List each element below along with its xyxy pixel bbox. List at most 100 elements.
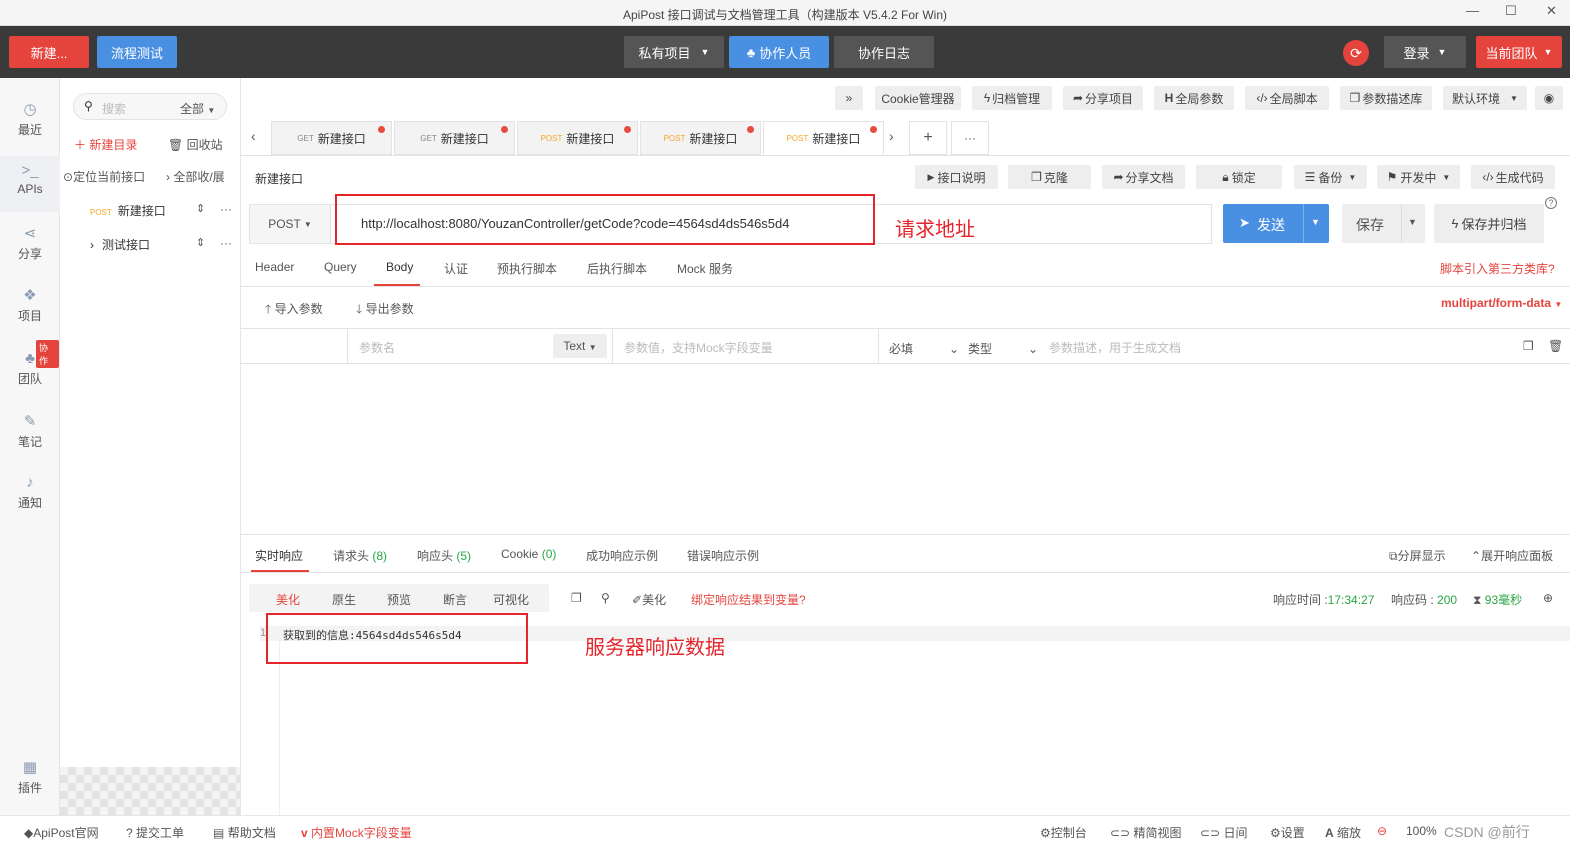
tab-query[interactable]: Query: [324, 260, 357, 274]
sidebar-item-share[interactable]: ⋖ 分享: [0, 224, 60, 262]
flow-test-button[interactable]: 流程测试: [97, 36, 177, 68]
filter-dropdown[interactable]: 全部 ▼: [180, 100, 215, 117]
help-icon[interactable]: ?: [1545, 197, 1557, 209]
search-input[interactable]: 搜索: [102, 100, 126, 117]
third-party-link[interactable]: 脚本引入第三方类库?: [1440, 260, 1555, 277]
chevron-down-icon[interactable]: ▼: [1408, 217, 1417, 227]
simple-view-toggle[interactable]: ⊂⊃ 精简视图: [1110, 824, 1181, 841]
tab-request-headers[interactable]: 请求头 (8): [333, 547, 387, 564]
console-button[interactable]: ⚙控制台: [1040, 824, 1087, 841]
view-visualize[interactable]: 可视化: [493, 591, 529, 608]
sync-icon[interactable]: ⟳: [1343, 40, 1369, 66]
sort-icon[interactable]: ⇕: [196, 202, 205, 215]
export-params-button[interactable]: 🡓 导出参数: [356, 300, 414, 321]
expand-button[interactable]: »: [835, 86, 863, 110]
download-icon[interactable]: ⊕: [1543, 591, 1553, 605]
save-archive-button[interactable]: ϟ 保存并归档: [1434, 204, 1544, 243]
sidebar-item-apis[interactable]: >_ APIs: [0, 156, 60, 212]
sidebar-item-plugins[interactable]: ▦ 插件: [0, 758, 60, 796]
clone-button[interactable]: ❐ 克隆: [1008, 165, 1091, 189]
new-dir-button[interactable]: ＋ 新建目录: [74, 136, 137, 153]
sidebar-item-recent[interactable]: ◷ 最近: [0, 100, 60, 138]
more-icon[interactable]: ···: [220, 202, 232, 216]
tab-request[interactable]: GET 新建接口: [394, 121, 515, 155]
close-window-button[interactable]: ✕: [1546, 3, 1557, 19]
sort-icon[interactable]: ⇕: [196, 236, 205, 249]
collab-log-button[interactable]: 协作日志: [834, 36, 934, 68]
import-params-button[interactable]: 🡑 导入参数: [265, 300, 323, 321]
tab-realtime-response[interactable]: 实时响应: [255, 547, 303, 564]
method-dropdown[interactable]: POST ▼: [249, 204, 331, 244]
save-button[interactable]: 保存 ▼: [1342, 204, 1425, 243]
search-box[interactable]: ⚲ 搜索 全部 ▼: [73, 93, 227, 120]
chevron-down-icon[interactable]: ▼: [1311, 217, 1320, 227]
settings-button[interactable]: ⚙设置: [1270, 824, 1305, 841]
tab-cookie[interactable]: Cookie (0): [501, 547, 556, 561]
share-doc-button[interactable]: ➦ 分享文档: [1102, 165, 1185, 189]
param-value-input[interactable]: 参数值，支持Mock字段变量: [624, 339, 773, 356]
tabs-next-button[interactable]: ›: [889, 128, 894, 144]
global-params-button[interactable]: H 全局参数: [1154, 86, 1234, 110]
day-mode-toggle[interactable]: ⊂⊃ 日间: [1200, 824, 1247, 841]
backup-dropdown[interactable]: ☰ 备份 ▼: [1294, 165, 1367, 189]
view-raw[interactable]: 原生: [332, 591, 356, 608]
param-type-dropdown[interactable]: Text ▼: [553, 334, 607, 358]
private-project-dropdown[interactable]: 私有项目 ▼: [624, 36, 724, 68]
collaborators-button[interactable]: ♣ 协作人员: [729, 36, 829, 68]
add-tab-button[interactable]: +: [909, 121, 947, 155]
env-dropdown[interactable]: 默认环境 ▼: [1443, 86, 1527, 110]
required-select[interactable]: 必填 ⌄: [889, 340, 959, 357]
split-screen-button[interactable]: ⧉分屏显示: [1389, 547, 1446, 564]
lock-button[interactable]: 🔒︎ 锁定: [1196, 165, 1282, 189]
param-desc-input[interactable]: 参数描述，用于生成文档: [1049, 339, 1181, 356]
view-preview[interactable]: 预览: [387, 591, 411, 608]
tab-pre-script[interactable]: 预执行脚本: [497, 260, 557, 277]
tab-success-example[interactable]: 成功响应示例: [586, 547, 658, 564]
locate-button[interactable]: ⊙定位当前接口: [63, 168, 145, 185]
view-assert[interactable]: 断言: [443, 591, 467, 608]
cube-icon[interactable]: ❒: [1523, 339, 1534, 353]
eye-icon[interactable]: ◉: [1535, 86, 1563, 110]
current-team-dropdown[interactable]: 当前团队 ▼: [1476, 36, 1562, 68]
login-dropdown[interactable]: 登录 ▼: [1384, 36, 1466, 68]
content-type-dropdown[interactable]: multipart/form-data ▼: [1441, 296, 1562, 310]
gen-code-button[interactable]: ‹/› 生成代码: [1471, 165, 1555, 189]
help-doc-link[interactable]: ▤ 帮助文档: [213, 824, 276, 841]
bind-variable-link[interactable]: 绑定响应结果到变量?: [691, 591, 806, 608]
share-project-button[interactable]: ➦ 分享项目: [1063, 86, 1143, 110]
send-button[interactable]: ➤ 发送 ▼: [1223, 204, 1329, 243]
dev-status-dropdown[interactable]: ⚑ 开发中 ▼: [1377, 165, 1460, 189]
more-icon[interactable]: ···: [220, 236, 232, 250]
ticket-link[interactable]: ? 提交工单: [126, 824, 184, 841]
recycle-button[interactable]: 🗑︎ 回收站: [168, 136, 223, 153]
tab-request[interactable]: POST 新建接口: [517, 121, 638, 155]
sidebar-item-projects[interactable]: ❖ 项目: [0, 286, 60, 324]
copy-icon[interactable]: ❐: [571, 591, 582, 605]
expand-response-button[interactable]: ⌃展开响应面板: [1471, 547, 1553, 564]
tab-body[interactable]: Body: [386, 260, 413, 274]
tab-error-example[interactable]: 错误响应示例: [687, 547, 759, 564]
tree-folder[interactable]: › 测试接口: [90, 236, 150, 253]
tab-request-active[interactable]: POST 新建接口: [763, 121, 884, 155]
trash-icon[interactable]: 🗑︎: [1548, 339, 1563, 353]
global-script-button[interactable]: ‹/› 全局脚本: [1245, 86, 1329, 110]
tabs-prev-button[interactable]: ‹: [251, 128, 256, 144]
mock-vars-link[interactable]: v 内置Mock字段变量: [301, 824, 412, 841]
maximize-button[interactable]: ☐: [1505, 3, 1517, 19]
collapse-all-button[interactable]: › 全部收/展: [166, 168, 225, 185]
tab-auth[interactable]: 认证: [444, 260, 468, 277]
sidebar-item-notes[interactable]: ✎ 笔记: [0, 412, 60, 450]
tab-mock[interactable]: Mock 服务: [677, 260, 733, 277]
api-doc-button[interactable]: ▶ 接口说明: [915, 165, 998, 189]
type-select[interactable]: 类型 ⌄: [968, 340, 1038, 357]
view-beautify[interactable]: 美化: [276, 591, 300, 608]
tab-response-headers[interactable]: 响应头 (5): [417, 547, 471, 564]
tab-post-script[interactable]: 后执行脚本: [587, 260, 647, 277]
request-name[interactable]: 新建接口: [255, 170, 303, 187]
tab-header[interactable]: Header: [255, 260, 294, 274]
search-icon[interactable]: ⚲: [601, 591, 610, 605]
archive-button[interactable]: ϟ 归档管理: [972, 86, 1052, 110]
sidebar-item-notify[interactable]: ♪ 通知: [0, 474, 60, 511]
tree-item[interactable]: POST 新建接口: [90, 202, 166, 219]
beautify-button[interactable]: ✐美化: [632, 591, 666, 608]
